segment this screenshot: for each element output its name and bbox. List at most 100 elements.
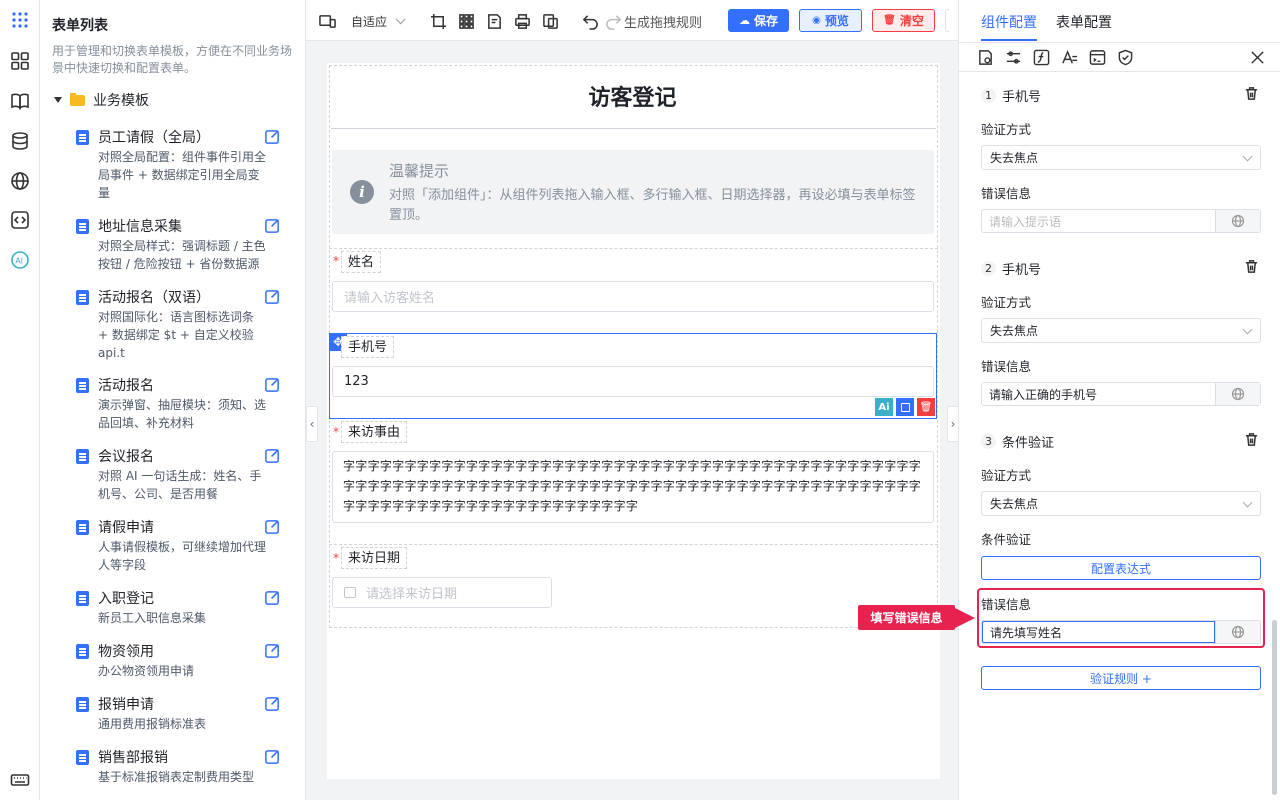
notice-box[interactable]: i 温馨提示 对照「添加组件」：从组件列表拖入输入框、多行输入框、日期选择器，再… [332, 150, 934, 234]
template-item[interactable]: 活动报名（双语） 对照国际化：语言图标选词条 + 数据绑定 $t + 自定义校验… [76, 287, 286, 362]
edit-icon[interactable] [264, 518, 282, 536]
template-item[interactable]: 入职登记 新员工入职信息采集 [76, 588, 286, 628]
trash-icon[interactable] [1244, 259, 1260, 275]
template-description: 新员工入职信息采集 [98, 611, 207, 625]
template-item[interactable]: 活动报名 演示弹窗、抽屉模块：须知、选品回填、补充材料 [76, 375, 286, 430]
rule-title: 手机号 [1002, 263, 1042, 278]
reason-textarea[interactable]: 字字字字字字字字字字字字字字字字字字字字字字字字字字字字字字字字字字字字字字字字… [332, 451, 934, 523]
edit-icon[interactable] [264, 642, 282, 660]
error-message-input[interactable]: 请先填写姓名 [981, 620, 1261, 644]
settings-doc-icon[interactable] [977, 49, 995, 67]
form-title[interactable]: 访客登记 [329, 65, 936, 127]
template-item[interactable]: 物资领用 办公物资领用申请 [76, 641, 286, 681]
template-description: 演示弹窗、抽屉模块：须知、选品回填、补充材料 [98, 398, 267, 430]
method-select[interactable]: 失去焦点 [981, 145, 1261, 170]
template-description: 对照国际化：语言图标选词条 + 数据绑定 $t + 自定义校验 api.t [98, 310, 255, 360]
template-item[interactable]: 请假申请 人事请假模板，可继续增加代理人等字段 [76, 517, 286, 572]
document-icon [76, 697, 89, 712]
rule-header: 2 手机号 [981, 259, 1041, 278]
chevron-down-icon [1242, 324, 1253, 335]
edit-doc-icon[interactable] [486, 12, 503, 30]
trash-icon: 🗑 [883, 15, 896, 26]
crop-icon[interactable] [430, 12, 447, 30]
template-title: 销售部报销 [98, 750, 168, 766]
method-value: 失去焦点 [990, 497, 1039, 511]
error-message-input[interactable]: 请输入提示语 [981, 209, 1261, 233]
template-item[interactable]: 报销申请 通用费用报销标准表 [76, 694, 286, 734]
keyboard-icon[interactable] [8, 768, 32, 792]
function-icon[interactable] [1033, 49, 1051, 67]
date-picker[interactable]: 请选择来访日期 [332, 577, 552, 608]
copy-icon[interactable] [542, 12, 559, 30]
duplicate-icon[interactable] [896, 398, 914, 416]
edit-icon[interactable] [264, 748, 282, 766]
editor-toolbar: 自适应 生成拖拽规则 ☁ 保存 ◉ 预览 🗑 清空 [306, 0, 958, 41]
error-message-input[interactable]: 请输入正确的手机号 [981, 382, 1261, 406]
book-icon[interactable] [8, 89, 32, 113]
console-icon[interactable] [1089, 49, 1107, 67]
template-description: 通用费用报销标准表 [98, 717, 207, 731]
caret-down-icon[interactable] [54, 97, 62, 103]
tab-form-config[interactable]: 表单配置 [1056, 12, 1112, 32]
template-title: 请假申请 [98, 520, 154, 536]
template-item[interactable]: 会议报名 对照 AI 一句话生成：姓名、手机号、公司、是否用餐 [76, 446, 286, 501]
clear-button[interactable]: 🗑 清空 [872, 9, 935, 32]
rule-number: 2 [981, 261, 996, 276]
error-label: 错误信息 [981, 597, 1032, 612]
method-select[interactable]: 失去焦点 [981, 491, 1261, 516]
close-icon[interactable] [1249, 49, 1267, 67]
tab-component-config[interactable]: 组件配置 [981, 12, 1037, 32]
method-label: 验证方式 [981, 468, 1032, 483]
shield-check-icon[interactable] [1117, 49, 1135, 67]
delete-icon[interactable]: 🗑 [917, 398, 935, 416]
template-description: 对照全局配置：组件事件引用全局事件 + 数据绑定引用全局变量 [98, 150, 267, 200]
configure-expression-button[interactable]: 配置表达式 [981, 556, 1261, 580]
redo-icon[interactable] [605, 12, 622, 30]
apps-grid-icon[interactable] [8, 8, 32, 32]
ai-badge-button[interactable]: Ai [875, 398, 893, 416]
date-label: 来访日期 [341, 547, 408, 569]
trash-icon[interactable] [1244, 432, 1260, 448]
template-item[interactable]: 销售部报销 基于标准报销表定制费用类型 [76, 747, 286, 787]
globe-icon[interactable] [1215, 383, 1260, 405]
edit-icon[interactable] [264, 128, 282, 146]
template-item[interactable]: 员工请假（全局） 对照全局配置：组件事件引用全局事件 + 数据绑定引用全局变量 [76, 127, 286, 202]
document-icon [76, 644, 89, 659]
database-icon[interactable] [8, 129, 32, 153]
edit-icon[interactable] [264, 376, 282, 394]
layout-mode-select[interactable]: 自适应 [351, 12, 406, 30]
text-style-icon[interactable] [1061, 49, 1079, 67]
reason-label: 来访事由 [341, 421, 408, 443]
phone-input[interactable]: 123 [332, 366, 934, 397]
print-icon[interactable] [514, 12, 531, 30]
grid-icon[interactable] [458, 12, 475, 30]
code-icon[interactable] [8, 208, 32, 232]
preview-button[interactable]: ◉ 预览 [799, 9, 862, 32]
add-validation-rule-button[interactable]: 验证规则 + [981, 666, 1261, 690]
device-icon[interactable] [319, 12, 336, 30]
sliders-icon[interactable] [1005, 49, 1023, 67]
edit-icon[interactable] [264, 288, 282, 306]
edit-icon[interactable] [264, 695, 282, 713]
template-item[interactable]: 地址信息采集 对照全局样式：强调标题 / 主色按钮 / 危险按钮 + 省份数据源 [76, 216, 286, 271]
components-icon[interactable] [8, 49, 32, 73]
generate-drag-rules-button[interactable]: 生成拖拽规则 [624, 12, 702, 31]
globe-icon[interactable] [1215, 621, 1260, 643]
name-input[interactable]: 请输入访客姓名 [332, 281, 934, 312]
trash-icon[interactable] [1244, 86, 1260, 102]
globe-icon[interactable] [1215, 210, 1260, 232]
ai-icon[interactable]: AI [8, 248, 32, 272]
collapse-left-button[interactable]: ‹ [306, 406, 318, 442]
config-scrollbar[interactable] [1272, 620, 1277, 795]
edit-icon[interactable] [264, 217, 282, 235]
cloud-icon: ☁ [738, 14, 750, 27]
globe-icon[interactable] [8, 169, 32, 193]
save-button[interactable]: ☁ 保存 [728, 9, 789, 32]
folder-icon [70, 92, 85, 106]
folder-business-templates[interactable]: 业务模板 [54, 90, 149, 110]
edit-icon[interactable] [264, 447, 282, 465]
method-select[interactable]: 失去焦点 [981, 318, 1261, 343]
document-icon [76, 449, 89, 464]
undo-icon[interactable] [582, 12, 599, 30]
edit-icon[interactable] [264, 589, 282, 607]
